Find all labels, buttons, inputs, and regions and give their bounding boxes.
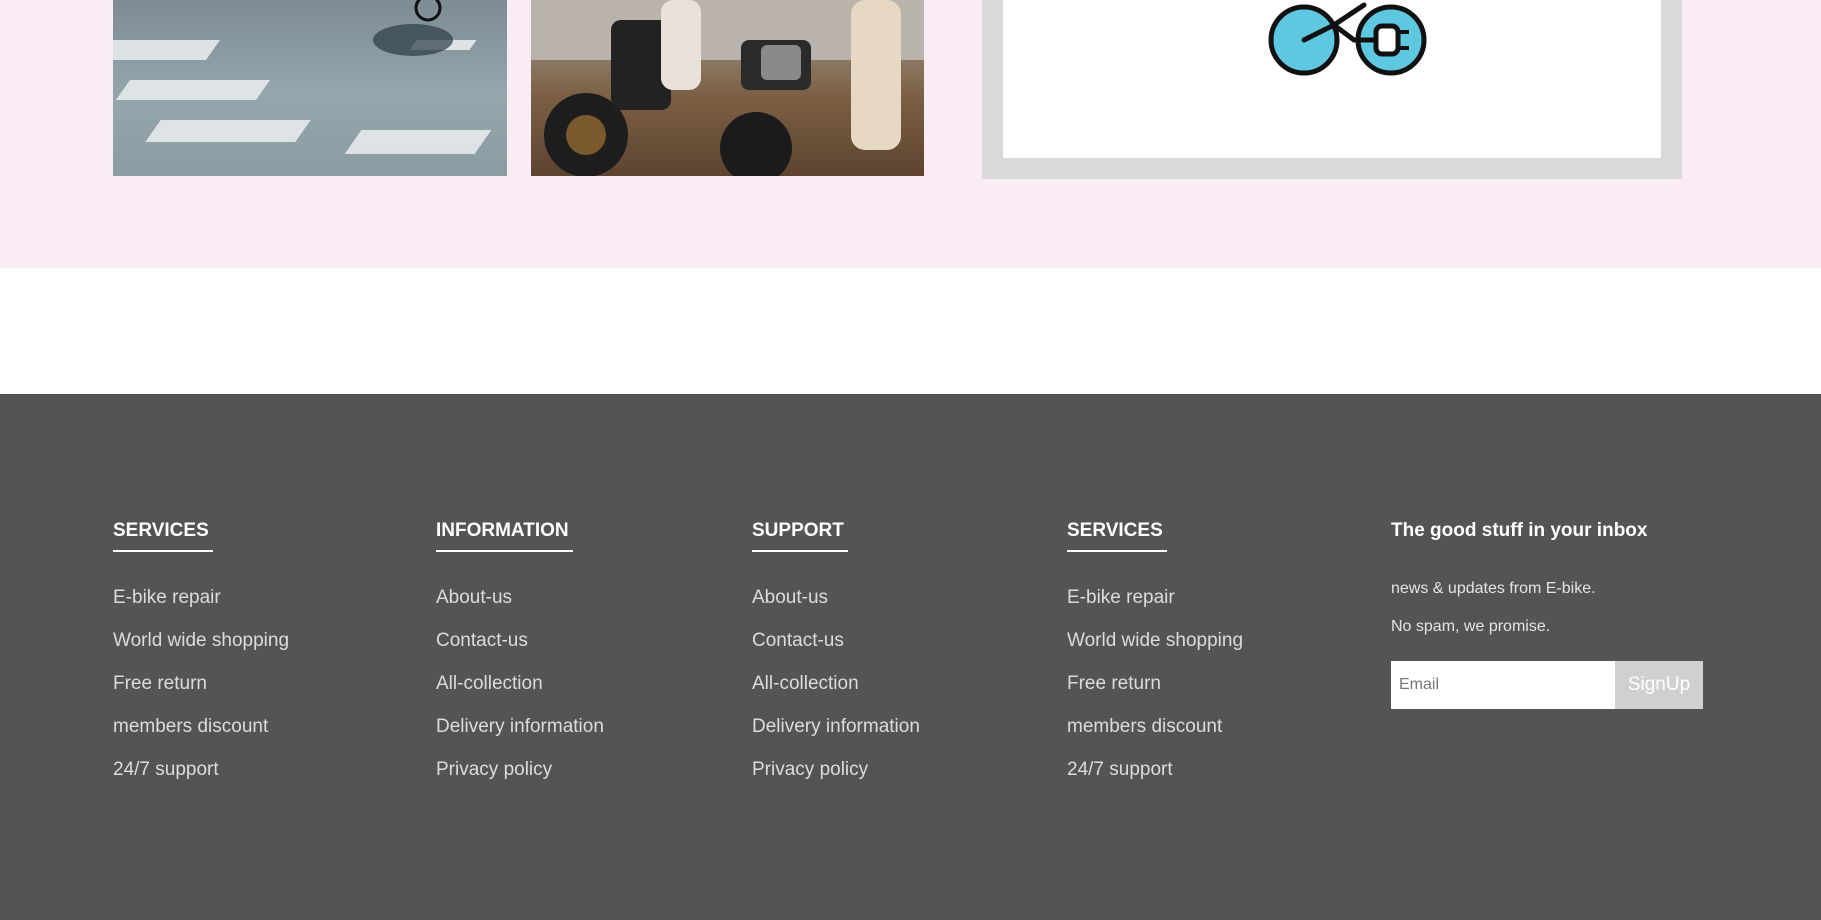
column-heading: SERVICES <box>1067 520 1167 552</box>
column-heading: SERVICES <box>113 520 213 552</box>
ebike-riders-graphic <box>531 0 924 176</box>
link-list: E-bike repair World wide shopping Free r… <box>113 576 289 791</box>
link-list: About-us Contact-us All-collection Deliv… <box>752 576 920 791</box>
ebike-plug-icon <box>1268 2 1427 76</box>
cyclist-street-photo <box>113 0 507 176</box>
footer-link[interactable]: Free return <box>1067 662 1243 705</box>
footer-column-services: SERVICES E-bike repair World wide shoppi… <box>113 520 289 791</box>
logo-card <box>982 0 1682 179</box>
footer-column-information: INFORMATION About-us Contact-us All-coll… <box>436 520 604 791</box>
ebike-riders-photo <box>531 0 924 176</box>
featured-section <box>0 0 1821 268</box>
footer-link[interactable]: 24/7 support <box>113 748 289 791</box>
footer-link[interactable]: Delivery information <box>436 705 604 748</box>
footer-link[interactable]: Contact-us <box>752 619 920 662</box>
footer-link[interactable]: E-bike repair <box>1067 576 1243 619</box>
footer-link[interactable]: About-us <box>436 576 604 619</box>
footer-link[interactable]: members discount <box>113 705 289 748</box>
footer-link[interactable]: Privacy policy <box>752 748 920 791</box>
footer-column-services-2: SERVICES E-bike repair World wide shoppi… <box>1067 520 1243 791</box>
signup-button[interactable]: SignUp <box>1615 661 1703 709</box>
cyclist-shadow-graphic <box>373 0 453 56</box>
newsletter-form: SignUp <box>1391 661 1703 711</box>
column-heading: SUPPORT <box>752 520 848 552</box>
site-footer: SERVICES E-bike repair World wide shoppi… <box>0 394 1821 920</box>
newsletter-heading: The good stuff in your inbox <box>1391 520 1648 541</box>
footer-link[interactable]: 24/7 support <box>1067 748 1243 791</box>
footer-link[interactable]: World wide shopping <box>1067 619 1243 662</box>
link-list: E-bike repair World wide shopping Free r… <box>1067 576 1243 791</box>
newsletter-text: No spam, we promise. <box>1391 618 1551 635</box>
newsletter-text: news & updates from E-bike. <box>1391 580 1596 597</box>
link-list: About-us Contact-us All-collection Deliv… <box>436 576 604 791</box>
footer-link[interactable]: E-bike repair <box>113 576 289 619</box>
footer-link[interactable]: members discount <box>1067 705 1243 748</box>
footer-link[interactable]: Contact-us <box>436 619 604 662</box>
footer-link[interactable]: Free return <box>113 662 289 705</box>
column-heading: INFORMATION <box>436 520 573 552</box>
email-input[interactable] <box>1391 661 1615 709</box>
footer-column-support: SUPPORT About-us Contact-us All-collecti… <box>752 520 920 791</box>
footer-link[interactable]: All-collection <box>436 662 604 705</box>
footer-link[interactable]: Delivery information <box>752 705 920 748</box>
footer-link[interactable]: About-us <box>752 576 920 619</box>
footer-link[interactable]: All-collection <box>752 662 920 705</box>
logo-card-inner <box>1003 0 1661 158</box>
footer-link[interactable]: Privacy policy <box>436 748 604 791</box>
footer-link[interactable]: World wide shopping <box>113 619 289 662</box>
newsletter-section: The good stuff in your inbox news & upda… <box>1391 520 1647 636</box>
